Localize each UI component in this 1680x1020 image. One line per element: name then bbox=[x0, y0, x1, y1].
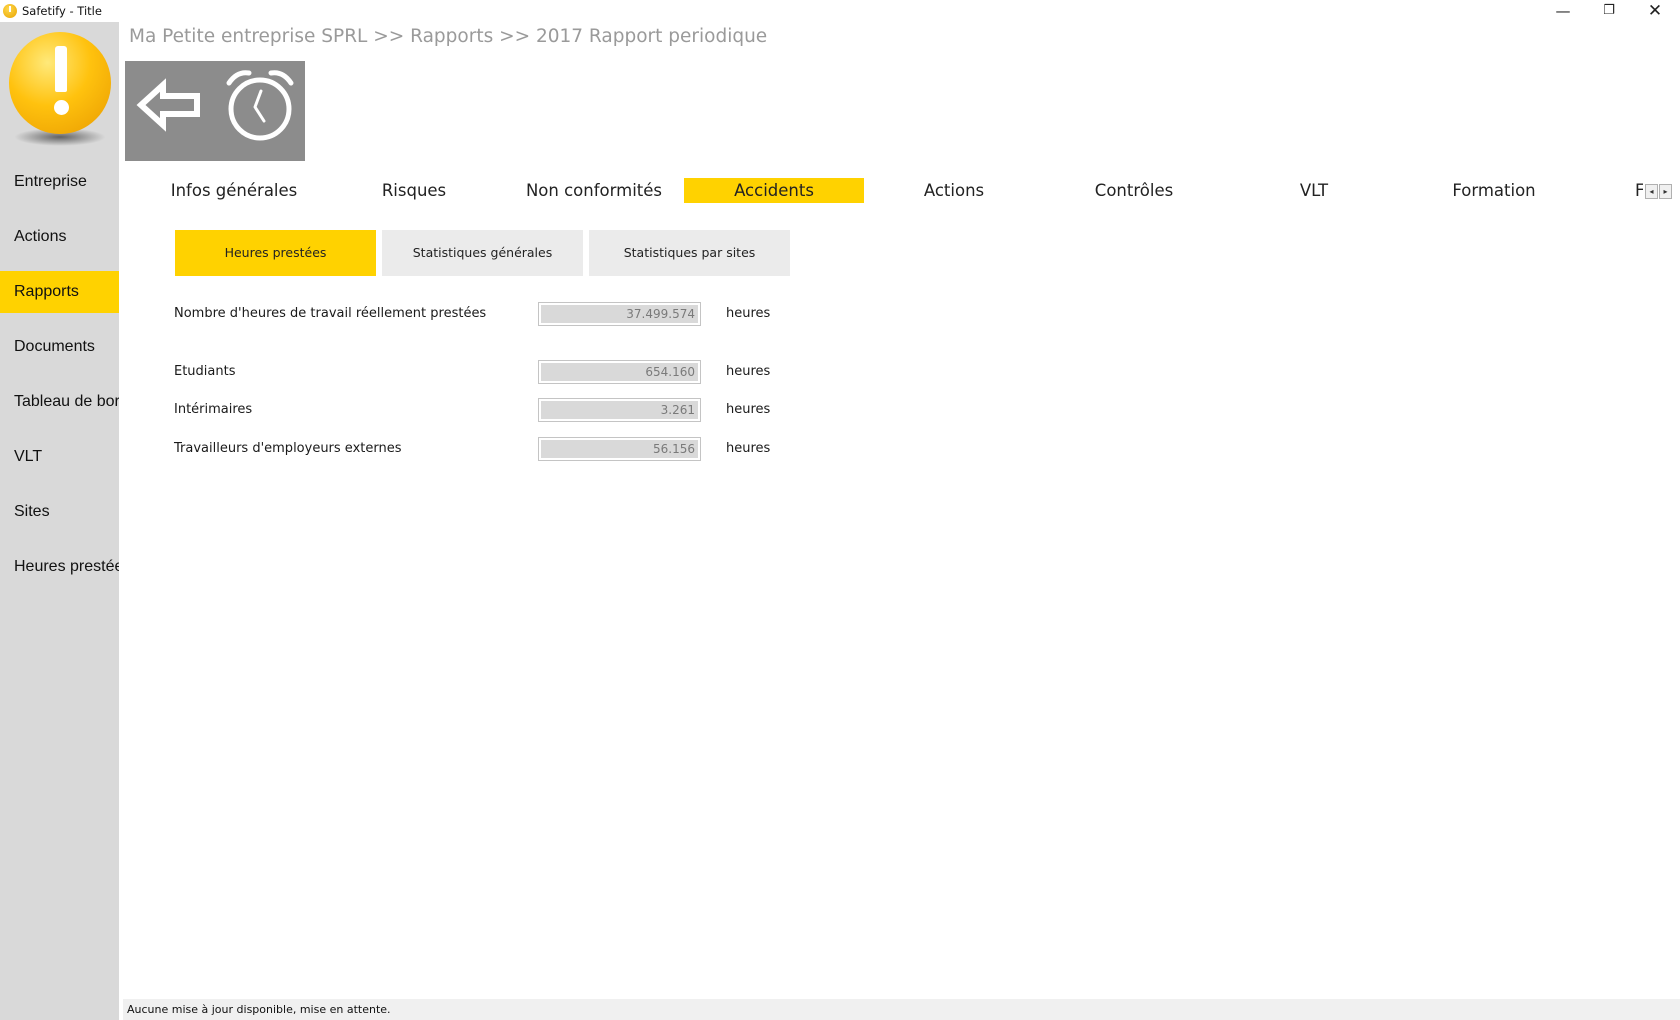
stopwatch-icon bbox=[226, 70, 294, 141]
interim-hours-unit: heures bbox=[726, 402, 771, 417]
external-workers-label: Travailleurs d'employeurs externes bbox=[174, 441, 402, 456]
sidebar-item-rapports[interactable]: Rapports bbox=[0, 271, 119, 313]
close-button[interactable]: ✕ bbox=[1632, 0, 1678, 22]
total-hours-field[interactable]: 37.499.574 bbox=[538, 302, 701, 326]
interim-label: Intérimaires bbox=[174, 402, 253, 417]
tab-formation[interactable]: Formation bbox=[1404, 178, 1584, 203]
interim-hours-field[interactable]: 3.261 bbox=[538, 398, 701, 422]
tab-infos-generales[interactable]: Infos générales bbox=[144, 178, 324, 203]
subtab-heures-prestees[interactable]: Heures prestées bbox=[175, 230, 376, 276]
tab-scroll-right-icon[interactable]: ▸ bbox=[1659, 184, 1672, 199]
total-hours-unit: heures bbox=[726, 306, 771, 321]
status-bar: Aucune mise à jour disponible, mise en a… bbox=[123, 999, 1680, 1020]
tab-accidents[interactable]: Accidents bbox=[684, 178, 864, 203]
tab-actions[interactable]: Actions bbox=[864, 178, 1044, 203]
back-button[interactable] bbox=[125, 61, 215, 161]
subtab-statistiques-generales[interactable]: Statistiques générales bbox=[382, 230, 583, 276]
sidebar-item-actions[interactable]: Actions bbox=[0, 216, 119, 258]
total-hours-label: Nombre d'heures de travail réellement pr… bbox=[174, 306, 487, 321]
sidebar-item-heures-prestees[interactable]: Heures prestées bbox=[0, 546, 119, 588]
restore-button[interactable]: ❐ bbox=[1586, 0, 1632, 22]
external-workers-hours-unit: heures bbox=[726, 441, 771, 456]
tab-vlt[interactable]: VLT bbox=[1224, 178, 1404, 203]
app-logo-exclamation-icon[interactable] bbox=[9, 32, 111, 134]
tab-scroll-arrows: ◂ ▸ bbox=[1645, 184, 1672, 199]
students-hours-unit: heures bbox=[726, 364, 771, 379]
tab-non-conformites[interactable]: Non conformités bbox=[504, 178, 684, 203]
sidebar-item-entreprise[interactable]: Entreprise bbox=[0, 161, 119, 203]
students-hours-field[interactable]: 654.160 bbox=[538, 360, 701, 384]
window-title: Safetify - Title bbox=[22, 4, 102, 18]
minimize-button[interactable]: — bbox=[1540, 0, 1586, 22]
sidebar-item-documents[interactable]: Documents bbox=[0, 326, 119, 368]
toolbar bbox=[125, 61, 305, 161]
students-label: Etudiants bbox=[174, 364, 236, 379]
tab-clipped[interactable]: F bbox=[1635, 178, 1643, 203]
stopwatch-button[interactable] bbox=[215, 61, 305, 161]
status-text: Aucune mise à jour disponible, mise en a… bbox=[127, 1003, 391, 1016]
app-logo-icon bbox=[3, 4, 17, 18]
breadcrumb: Ma Petite entreprise SPRL >> Rapports >>… bbox=[129, 26, 768, 47]
title-bar: Safetify - Title — ❐ ✕ bbox=[0, 0, 1680, 22]
external-workers-hours-field[interactable]: 56.156 bbox=[538, 437, 701, 461]
sidebar-item-sites[interactable]: Sites bbox=[0, 491, 119, 533]
tab-risques[interactable]: Risques bbox=[324, 178, 504, 203]
back-arrow-icon bbox=[136, 78, 200, 132]
sidebar-item-tableau-de-bord[interactable]: Tableau de bord bbox=[0, 381, 119, 423]
subtab-statistiques-par-sites[interactable]: Statistiques par sites bbox=[589, 230, 790, 276]
tab-scroll-left-icon[interactable]: ◂ bbox=[1645, 184, 1658, 199]
tab-controles[interactable]: Contrôles bbox=[1044, 178, 1224, 203]
sidebar: Entreprise Actions Rapports Documents Ta… bbox=[0, 22, 119, 1020]
sidebar-item-vlt[interactable]: VLT bbox=[0, 436, 119, 478]
